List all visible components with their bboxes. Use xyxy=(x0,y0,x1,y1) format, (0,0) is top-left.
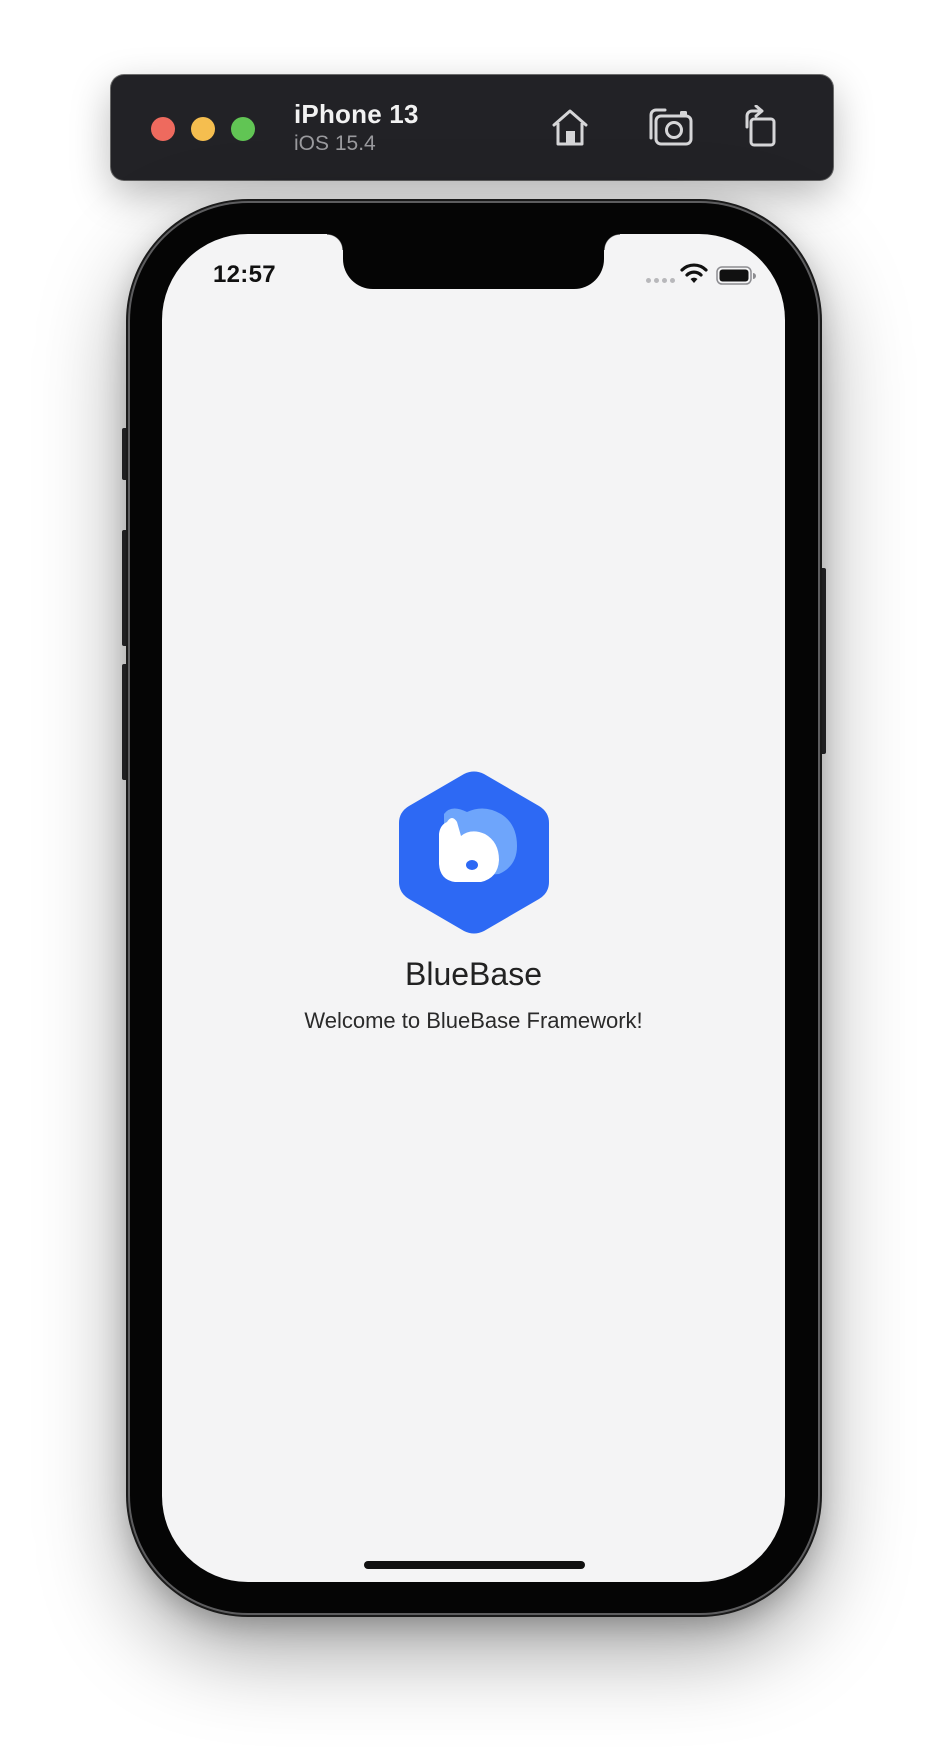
device-name: iPhone 13 xyxy=(294,99,419,129)
simulator-toolbar: iPhone 13 iOS 15.4 xyxy=(111,75,833,180)
signal-icon xyxy=(646,278,675,283)
screenshot-button[interactable] xyxy=(647,103,695,151)
status-time: 12:57 xyxy=(213,261,276,288)
home-indicator[interactable] xyxy=(364,1561,585,1569)
welcome-message: Welcome to BlueBase Framework! xyxy=(304,1008,643,1033)
minimize-window-button[interactable] xyxy=(191,117,215,141)
wifi-icon xyxy=(680,263,708,283)
device-os-version: iOS 15.4 xyxy=(294,132,376,155)
close-window-button[interactable] xyxy=(151,117,175,141)
volume-up-button xyxy=(122,530,129,646)
rotate-button[interactable] xyxy=(737,103,785,151)
notch xyxy=(327,234,620,289)
app-title: BlueBase xyxy=(405,956,542,992)
power-button xyxy=(819,568,826,754)
battery-icon xyxy=(716,266,756,285)
home-button[interactable] xyxy=(546,103,594,151)
home-icon xyxy=(552,109,588,146)
rotate-icon xyxy=(745,105,776,147)
device-screen[interactable]: 12:57 BlueBase Welcome to BlueBase Frame… xyxy=(162,234,785,1582)
bluebase-logo xyxy=(399,771,549,934)
zoom-window-button[interactable] xyxy=(231,117,255,141)
mute-switch xyxy=(122,428,129,480)
camera-icon xyxy=(649,108,693,146)
volume-down-button xyxy=(122,664,129,780)
